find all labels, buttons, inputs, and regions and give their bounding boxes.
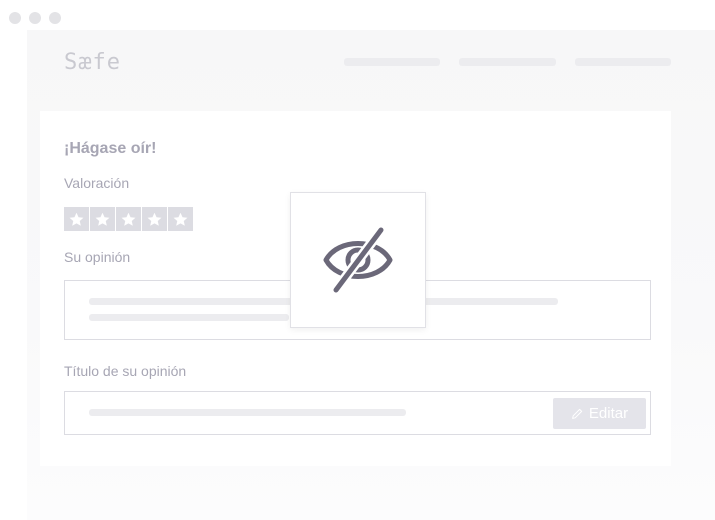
star-5[interactable] (168, 207, 193, 231)
star-2[interactable] (90, 207, 115, 231)
opinion-label: Su opinión (64, 249, 131, 265)
brand-logo: Sæfe (64, 50, 121, 75)
hidden-content-overlay (290, 192, 426, 328)
star-icon (95, 212, 110, 226)
nav-item-placeholder[interactable] (344, 58, 440, 66)
window-controls (9, 12, 61, 24)
star-4[interactable] (142, 207, 167, 231)
star-1[interactable] (64, 207, 89, 231)
star-icon (173, 212, 188, 226)
star-rating[interactable] (64, 207, 193, 231)
window-minimize-dot[interactable] (29, 12, 41, 24)
edit-button-label: Editar (588, 405, 629, 422)
window-maximize-dot[interactable] (49, 12, 61, 24)
edit-button[interactable]: Editar (553, 398, 646, 429)
star-icon (147, 212, 162, 226)
text-placeholder-line (89, 314, 289, 321)
eye-slash-icon (323, 225, 393, 295)
star-3[interactable] (116, 207, 141, 231)
rating-label: Valoración (64, 175, 130, 191)
title-label: Título de su opinión (64, 363, 187, 379)
pencil-icon (572, 408, 583, 419)
review-heading: ¡Hágase oír! (64, 140, 157, 157)
nav-item-placeholder[interactable] (575, 58, 671, 66)
star-icon (121, 212, 136, 226)
nav-item-placeholder[interactable] (459, 58, 556, 66)
star-icon (69, 212, 84, 226)
screen: Sæfe ¡Hágase oír! Valoración Su opinión … (0, 0, 715, 520)
text-placeholder-line (89, 409, 406, 416)
window-close-dot[interactable] (9, 12, 21, 24)
